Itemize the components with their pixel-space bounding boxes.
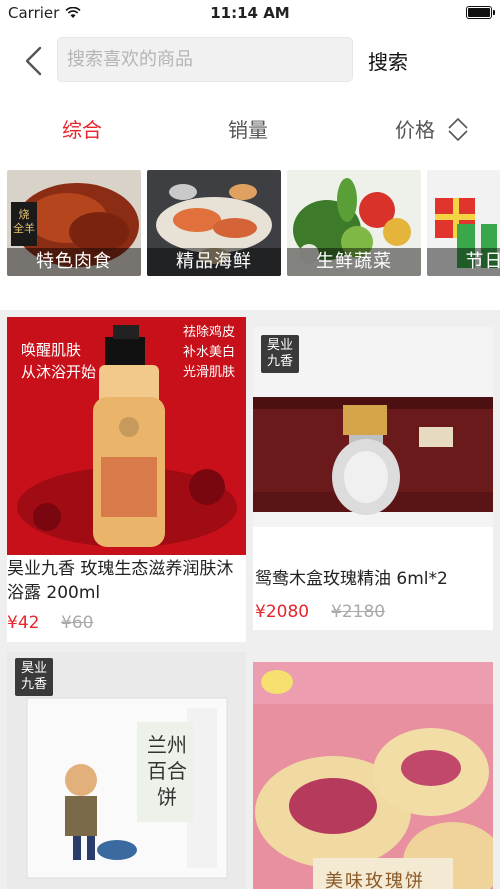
category-strip: 烧 全羊 特色肉食 精品海鲜 生鲜蔬菜 节日 <box>0 162 500 310</box>
product-price: ¥2080 <box>255 602 310 622</box>
promo-line: 唤醒肌肤 <box>21 341 82 359</box>
category-label: 特色肉食 <box>7 248 141 276</box>
product-old-price: ¥2180 <box>331 602 386 622</box>
search-button[interactable]: 搜索 <box>368 46 408 75</box>
product-card[interactable]: 昊业 九香 鸳鸯木盒玫瑰精油 6ml*2 ¥2080 ¥2180 <box>253 327 493 630</box>
promo-line: 补水美白 <box>183 345 236 360</box>
brand-badge: 昊业 九香 <box>15 658 53 696</box>
category-vegetables[interactable]: 生鲜蔬菜 <box>287 170 421 276</box>
promo-line: 祛除鸡皮 <box>183 325 236 340</box>
category-label: 节日五 <box>427 248 500 276</box>
product-card[interactable]: 唤醒肌肤 从沐浴开始 祛除鸡皮 补水美白 光滑肌肤 昊业九香 玫瑰生态滋养润肤沐… <box>7 317 246 642</box>
svg-text:烧: 烧 <box>19 208 30 221</box>
svg-text:全羊: 全羊 <box>13 221 35 235</box>
rose-cake-image <box>253 662 493 889</box>
search-header: 搜索 <box>0 26 500 100</box>
chevron-left-icon[interactable] <box>20 44 50 78</box>
category-label: 生鲜蔬菜 <box>287 248 421 276</box>
category-label: 精品海鲜 <box>147 248 281 276</box>
product-title: 昊业九香 玫瑰生态滋养润肤沐浴露 200ml <box>7 559 234 603</box>
search-input[interactable] <box>58 38 352 81</box>
status-bar: Carrier 11:14 AM <box>0 0 500 26</box>
brand-badge: 昊业 九香 <box>261 335 299 373</box>
promo-line: 从沐浴开始 <box>21 363 97 381</box>
product-old-price: ¥60 <box>61 613 94 633</box>
promo-line: 光滑肌肤 <box>183 365 236 380</box>
battery-icon <box>466 6 495 19</box>
sort-updown-icon[interactable] <box>446 117 470 141</box>
product-image-text: 美味玫瑰饼 <box>325 871 425 889</box>
product-price: ¥42 <box>7 613 40 633</box>
product-image-text: 兰州 百合饼 <box>147 733 187 809</box>
tab-sales[interactable]: 销量 <box>228 114 268 143</box>
product-card[interactable]: 美味玫瑰饼 <box>253 662 493 889</box>
category-meat[interactable]: 烧 全羊 特色肉食 <box>7 170 141 276</box>
promo-text-left: 唤醒肌肤 从沐浴开始 <box>21 339 96 383</box>
promo-text-right: 祛除鸡皮 补水美白 光滑肌肤 <box>183 323 235 383</box>
product-title: 鸳鸯木盒玫瑰精油 6ml*2 <box>255 569 448 589</box>
tab-comprehensive[interactable]: 综合 <box>62 114 102 143</box>
search-box[interactable] <box>57 37 353 82</box>
category-seafood[interactable]: 精品海鲜 <box>147 170 281 276</box>
product-card[interactable]: 昊业 九香 兰州 百合饼 <box>7 652 246 889</box>
tab-price[interactable]: 价格 <box>395 114 435 143</box>
category-festival[interactable]: 节日五 <box>427 170 500 276</box>
clock: 11:14 AM <box>210 4 290 22</box>
sort-tabs: 综合 销量 价格 <box>0 100 500 162</box>
